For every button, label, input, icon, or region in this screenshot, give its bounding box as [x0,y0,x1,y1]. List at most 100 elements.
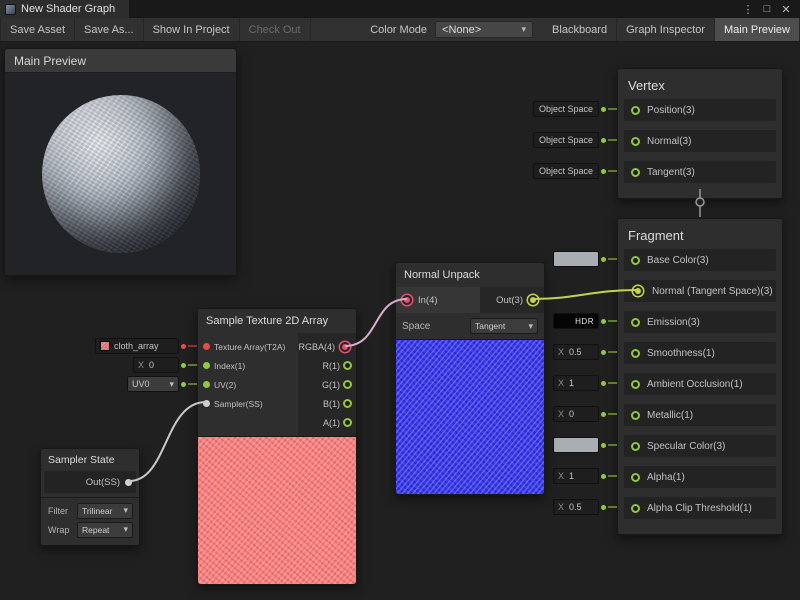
widget-port-dot [601,107,606,112]
alpha-clip-threshold-value-widget[interactable]: X0.5 [553,499,617,515]
vertex-normal-port-row[interactable]: Normal(3) [624,130,776,152]
vertex-node[interactable]: Vertex Position(3) Normal(3) Tangent(3) [617,68,783,199]
float-field[interactable]: X0.5 [553,499,599,515]
float-field[interactable]: X1 [553,468,599,484]
texture-array-input-row[interactable]: Texture Array(T2A) [198,337,298,356]
main-preview-button[interactable]: Main Preview [715,18,800,41]
save-as-button[interactable]: Save As... [75,18,144,41]
sampler-out-port-row[interactable]: Out(SS) [44,471,136,493]
specular-color-swatch-widget[interactable] [553,437,617,453]
index-port-icon[interactable] [203,362,210,369]
color-swatch[interactable] [553,251,599,267]
space-dropdown[interactable]: Object Space [533,163,599,179]
normal-tangent-space-port-row[interactable]: Normal (Tangent Space)(3) [624,280,776,302]
specular-color-port-icon[interactable] [631,442,640,451]
index-input-row[interactable]: Index(1) [198,356,298,375]
a-output-row[interactable]: A(1) [298,413,356,432]
normal-port-icon[interactable] [631,137,640,146]
in-port-row[interactable]: In(4) [396,287,480,313]
vertex-position-port-row[interactable]: Position(3) [624,99,776,121]
tangent-space-widget[interactable]: Object Space [533,163,617,179]
uv-port-icon[interactable] [203,381,210,388]
graph-inspector-button[interactable]: Graph Inspector [617,18,715,41]
tangent-port-icon[interactable] [631,168,640,177]
space-dropdown[interactable]: Object Space [533,132,599,148]
metallic-port-icon[interactable] [631,411,640,420]
texture-array-field-widget[interactable]: cloth_array [95,338,197,354]
r-output-row[interactable]: R(1) [298,356,356,375]
in-port-icon[interactable] [404,297,410,303]
widget-port-dot [601,138,606,143]
color-swatch[interactable] [553,437,599,453]
out-port-icon[interactable] [530,297,536,303]
rgba-output-row[interactable]: RGBA(4) [298,337,356,356]
position-space-widget[interactable]: Object Space [533,101,617,117]
float-field[interactable]: X1 [553,375,599,391]
smoothness-value-widget[interactable]: X0.5 [553,344,617,360]
window-titlebar: New Shader Graph ⋮ □ ✕ [0,0,800,18]
index-value-widget[interactable]: X0 [133,357,197,373]
filter-dropdown[interactable]: Trilinear ▾ [77,503,133,519]
document-tab[interactable]: New Shader Graph [0,0,129,18]
save-asset-button[interactable]: Save Asset [0,18,75,41]
uv-input-row[interactable]: UV(2) [198,375,298,394]
ambient-occlusion-port-icon[interactable] [631,380,640,389]
sampler-port-icon[interactable] [203,400,210,407]
blackboard-button[interactable]: Blackboard [543,18,617,41]
b-port-icon[interactable] [343,399,352,408]
g-output-row[interactable]: G(1) [298,375,356,394]
space-dropdown[interactable]: Tangent ▾ [470,318,538,334]
texture-object-field[interactable]: cloth_array [95,338,179,354]
metallic-value-widget[interactable]: X0 [553,406,617,422]
space-dropdown[interactable]: Object Space [533,101,599,117]
emission-port-row[interactable]: Emission(3) [624,311,776,333]
rgba-port-icon[interactable] [342,344,348,350]
metallic-port-row[interactable]: Metallic(1) [624,404,776,426]
alpha-value-widget[interactable]: X1 [553,468,617,484]
emission-port-icon[interactable] [631,318,640,327]
base-color-port-icon[interactable] [631,256,640,265]
uv-channel-widget[interactable]: UV0 ▾ [127,376,197,392]
normal-port-icon[interactable] [635,288,641,294]
emission-hdr-widget[interactable]: HDR [553,313,617,329]
float-field[interactable]: X0.5 [553,344,599,360]
normal-unpack-node[interactable]: Normal Unpack In(4) Out(3) Space Tangent… [395,262,545,495]
g-port-icon[interactable] [343,380,352,389]
smoothness-port-icon[interactable] [631,349,640,358]
smoothness-port-row[interactable]: Smoothness(1) [624,342,776,364]
specular-color-port-row[interactable]: Specular Color(3) [624,435,776,457]
r-port-icon[interactable] [343,361,352,370]
sampler-out-port-icon[interactable] [125,479,132,486]
wrap-dropdown[interactable]: Repeat ▾ [77,522,133,538]
alpha-clip-threshold-port-icon[interactable] [631,504,640,513]
alpha-port-row[interactable]: Alpha(1) [624,466,776,488]
alpha-clip-threshold-port-row[interactable]: Alpha Clip Threshold(1) [624,497,776,519]
window-menu-icon[interactable]: ⋮ [740,3,756,16]
widget-port-dot [181,382,186,387]
fragment-node[interactable]: Fragment Base Color(3) Normal (Tangent S… [617,218,783,535]
sampler-state-node[interactable]: Sampler State Out(SS) Filter Trilinear ▾… [40,448,140,546]
ambient-occlusion-value-widget[interactable]: X1 [553,375,617,391]
color-mode-dropdown[interactable]: <None> ▾ [435,21,533,38]
main-preview-header[interactable]: Main Preview [5,49,236,73]
position-port-icon[interactable] [631,106,640,115]
sampler-input-row[interactable]: Sampler(SS) [198,394,298,413]
window-maximize-icon[interactable]: □ [759,3,775,16]
ambient-occlusion-port-row[interactable]: Ambient Occlusion(1) [624,373,776,395]
show-in-project-button[interactable]: Show In Project [144,18,240,41]
sample-texture-2d-array-node[interactable]: Sample Texture 2D Array Texture Array(T2… [197,308,357,585]
alpha-port-icon[interactable] [631,473,640,482]
texture-array-port-icon[interactable] [203,343,210,350]
base-color-swatch-widget[interactable] [553,251,617,267]
uv-channel-dropdown[interactable]: UV0 ▾ [127,376,179,392]
normal-space-widget[interactable]: Object Space [533,132,617,148]
float-field[interactable]: X0 [133,357,179,373]
a-port-icon[interactable] [343,418,352,427]
float-field[interactable]: X0 [553,406,599,422]
base-color-port-row[interactable]: Base Color(3) [624,249,776,271]
b-output-row[interactable]: B(1) [298,394,356,413]
vertex-tangent-port-row[interactable]: Tangent(3) [624,161,776,183]
hdr-color-swatch[interactable]: HDR [553,313,599,329]
out-port-row[interactable]: Out(3) [480,287,544,313]
window-close-icon[interactable]: ✕ [778,3,794,16]
